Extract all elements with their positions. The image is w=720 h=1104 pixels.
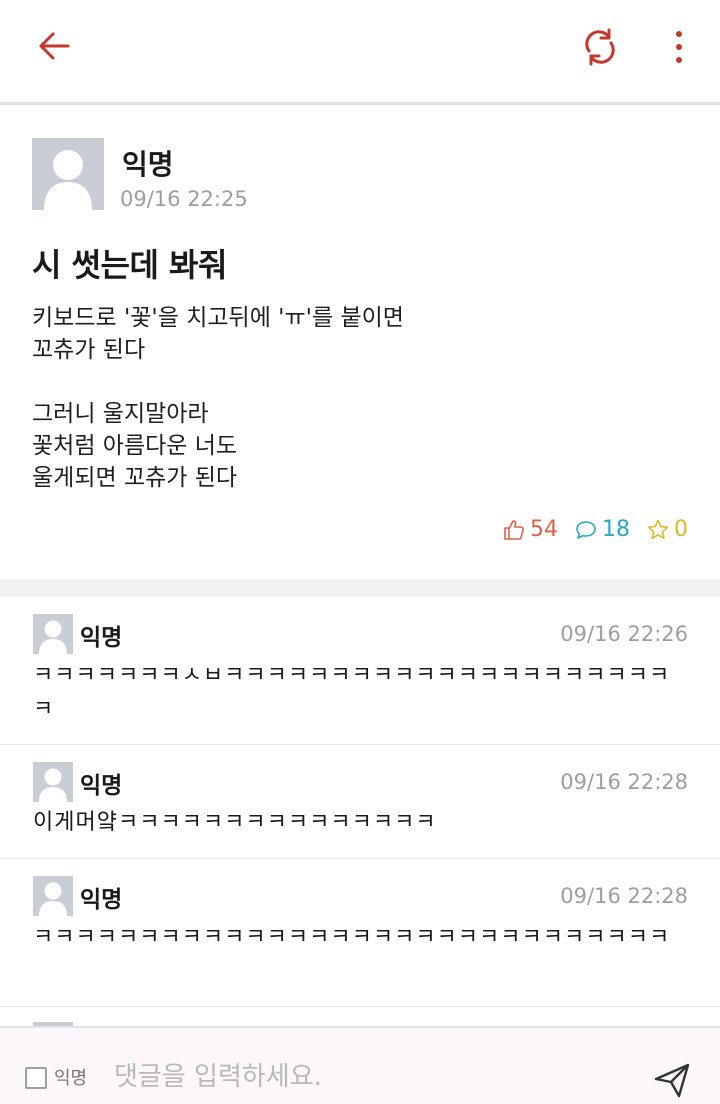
post-author: 익명 bbox=[122, 148, 174, 181]
top-app-bar bbox=[0, 0, 720, 105]
comment-text: ㅋㅋㅋㅋㅋㅋㅋㅅㅂㅋㅋㅋㅋㅋㅋㅋㅋㅋㅋㅋㅋㅋㅋㅋㅋㅋㅋㅋㅋㅋㅋ bbox=[33, 663, 671, 722]
author-avatar bbox=[32, 138, 104, 210]
comment-author: 익명 bbox=[80, 625, 123, 651]
comment-stat[interactable]: 18 bbox=[574, 517, 630, 542]
star-icon bbox=[647, 519, 669, 539]
post-time: 09/16 22:25 bbox=[120, 187, 248, 211]
comment-avatar bbox=[33, 876, 73, 916]
comment-item: 익명 09/16 22:28 이게머얔ㅋㅋㅋㅋㅋㅋㅋㅋㅋㅋㅋㅋㅋㅋㅋ bbox=[0, 745, 720, 859]
star-stat[interactable]: 0 bbox=[646, 517, 688, 542]
thumbs-up-icon bbox=[504, 519, 524, 540]
comment-composer: 익명 bbox=[0, 1026, 720, 1104]
comment-time: 09/16 22:28 bbox=[560, 884, 688, 908]
comment-item: 익명 09/16 22:28 ㅋㅋㅋㅋㅋㅋㅋㅋㅋㅋㅋㅋㅋㅋㅋㅋㅋㅋㅋㅋㅋㅋㅋㅋㅋ… bbox=[0, 859, 720, 1007]
post-body: 키보드로 '꽃'을 치고뒤에 'ㅠ'를 붙이면 꼬츄가 된다 그러니 울지말아라… bbox=[32, 305, 404, 491]
post: 익명 09/16 22:25 시 썻는데 봐줘 키보드로 '꽃'을 치고뒤에 '… bbox=[0, 105, 720, 579]
speech-bubble-icon bbox=[576, 520, 596, 539]
post-stats: 54 18 0 bbox=[492, 517, 688, 542]
comment-author: 익명 bbox=[80, 773, 123, 799]
comment-time: 09/16 22:28 bbox=[560, 770, 688, 794]
comment-avatar bbox=[33, 614, 73, 654]
comment-count: 18 bbox=[602, 517, 630, 542]
star-count: 0 bbox=[674, 517, 688, 542]
post-title: 시 썻는데 봐줘 bbox=[32, 246, 227, 284]
default-avatar-icon bbox=[44, 150, 92, 210]
comment-text: 이게머얔ㅋㅋㅋㅋㅋㅋㅋㅋㅋㅋㅋㅋㅋㅋㅋ bbox=[33, 810, 437, 835]
section-divider bbox=[0, 579, 720, 597]
default-avatar-icon bbox=[39, 620, 67, 654]
like-count: 54 bbox=[530, 517, 558, 542]
comment-avatar bbox=[33, 762, 73, 802]
comment-input[interactable] bbox=[112, 1056, 636, 1098]
back-arrow-icon[interactable] bbox=[34, 26, 74, 66]
more-options-icon[interactable] bbox=[664, 26, 694, 70]
comment-item: 익명 09/16 22:26 ㅋㅋㅋㅋㅋㅋㅋㅅㅂㅋㅋㅋㅋㅋㅋㅋㅋㅋㅋㅋㅋㅋㅋㅋㅋ… bbox=[0, 597, 720, 745]
refresh-icon[interactable] bbox=[578, 25, 622, 69]
comment-text: ㅋㅋㅋㅋㅋㅋㅋㅋㅋㅋㅋㅋㅋㅋㅋㅋㅋㅋㅋㅋㅋㅋㅋㅋㅋㅋㅋㅋㅋㅋ bbox=[33, 925, 671, 950]
comment-author: 익명 bbox=[80, 887, 123, 913]
anonymous-label: 익명 bbox=[54, 1068, 88, 1089]
default-avatar-icon bbox=[39, 882, 67, 916]
like-stat[interactable]: 54 bbox=[502, 517, 558, 542]
send-icon[interactable] bbox=[652, 1060, 692, 1100]
comment-time: 09/16 22:26 bbox=[560, 622, 688, 646]
anonymous-checkbox[interactable] bbox=[25, 1067, 47, 1089]
default-avatar-icon bbox=[39, 768, 67, 802]
